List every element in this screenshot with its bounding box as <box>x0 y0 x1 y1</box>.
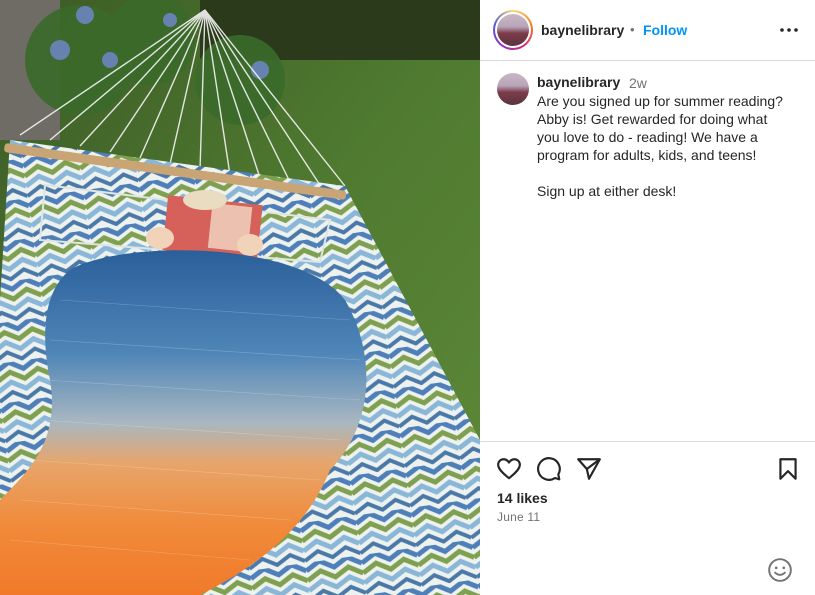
caption-section: baynelibrary 2w Are you signed up for su… <box>480 61 815 441</box>
emoji-icon[interactable] <box>767 557 793 583</box>
post-photo[interactable] <box>0 0 480 595</box>
send-icon[interactable] <box>576 456 602 482</box>
caption-line: Are you signed up for summer reading? <box>537 93 783 109</box>
separator-dot: • <box>630 22 635 37</box>
avatar <box>497 14 529 46</box>
heart-icon[interactable] <box>496 456 522 482</box>
author-username[interactable]: baynelibrary <box>541 22 624 38</box>
post-time-ago[interactable]: 2w <box>629 75 647 91</box>
post-date[interactable]: June 11 <box>497 510 540 524</box>
post-actions: 14 likes June 11 <box>480 441 815 595</box>
hammock-reading-image <box>0 0 480 595</box>
story-ring[interactable] <box>493 10 533 50</box>
post-side-panel: baynelibrary • Follow baynelibrary 2w Ar… <box>480 0 815 595</box>
caption-avatar[interactable] <box>497 73 529 105</box>
caption-line: program for adults, kids, and teens! <box>537 147 757 163</box>
caption-text: Are you signed up for summer reading? Ab… <box>537 92 802 200</box>
bookmark-icon[interactable] <box>775 456 801 482</box>
caption-username[interactable]: baynelibrary <box>537 74 620 90</box>
caption-line: Abby is! Get rewarded for doing what <box>537 111 768 127</box>
follow-button[interactable]: Follow <box>643 22 687 38</box>
more-options-icon[interactable] <box>778 20 800 40</box>
caption-line: Sign up at either desk! <box>537 183 677 199</box>
likes-count[interactable]: 14 likes <box>497 490 548 506</box>
post-header: baynelibrary • Follow <box>480 0 815 61</box>
caption-line: you love to do - reading! We have a <box>537 129 758 145</box>
comment-icon[interactable] <box>536 456 562 482</box>
